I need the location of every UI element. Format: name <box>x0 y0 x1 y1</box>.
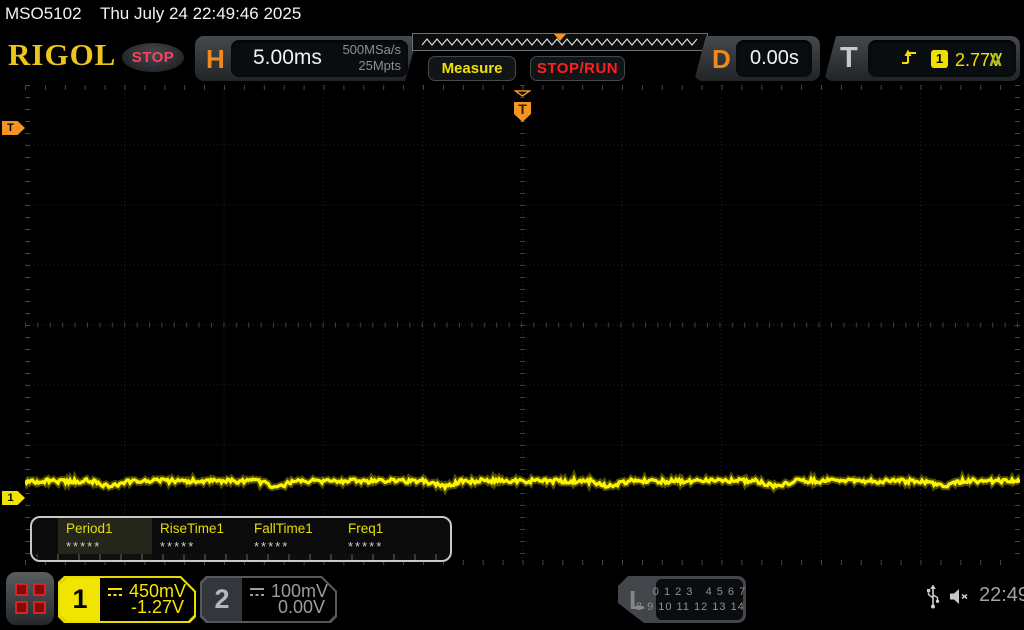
measurement-panel-segments <box>36 554 446 560</box>
timebase-value: 5.00ms <box>253 46 322 69</box>
trigger-sweep-mode: A <box>989 50 1002 70</box>
trigger-level-marker[interactable]: T <box>2 121 25 135</box>
digital-channel-list: 0 1 2 3 4 5 6 7 8 9 10 11 12 13 14 15 <box>656 579 743 620</box>
channel1-number: 1 <box>60 578 100 621</box>
menu-grid-squares-icon <box>14 583 46 614</box>
measure-button[interactable]: Measure <box>428 56 516 81</box>
usb-icon <box>927 584 940 609</box>
dc-coupling-icon <box>106 586 124 598</box>
rigol-logo: RIGOL <box>8 37 117 72</box>
bottom-bar: 1 450mV -1.27V 2 100mV 0.00V L 0 1 2 3 4… <box>0 565 1024 630</box>
horizontal-inset: 5.00ms 500MSa/s 25Mpts <box>231 40 408 77</box>
delay-value: 0.00s <box>750 47 799 69</box>
digital-row-1: 0 1 2 3 4 5 6 7 <box>652 585 747 598</box>
trigger-source-badge: 1 <box>931 50 948 68</box>
delay-inset: 0.00s <box>736 40 812 77</box>
channel2-number: 2 <box>202 578 242 621</box>
channel2-offset: 0.00V <box>277 597 325 617</box>
waveform-display: T T 1 <box>2 84 1023 565</box>
channel2-inner: 2 100mV 0.00V <box>202 578 335 621</box>
model-name: MSO5102 <box>5 4 82 23</box>
trigger-position-shield-icon: T <box>514 102 531 122</box>
acquisition-info: 500MSa/s 25Mpts <box>342 42 401 74</box>
trigger-position-indicator-icon <box>554 34 566 41</box>
speaker-muted-icon <box>950 589 968 604</box>
delay-settings[interactable]: D 0.00s <box>694 36 820 81</box>
channel1-offset-marker[interactable]: 1 <box>2 491 25 505</box>
measurement-value: ***** <box>348 539 384 554</box>
dc-coupling-icon <box>248 586 266 598</box>
oscilloscope-screen: MSO5102 Thu July 24 22:49:46 2025 RIGOL … <box>0 0 1024 630</box>
measurement-label: Period1 <box>66 521 113 536</box>
measurement-label: Freq1 <box>348 521 384 536</box>
sample-rate: 500MSa/s <box>342 42 401 57</box>
memory-depth: 25Mpts <box>358 58 401 73</box>
trigger-label: T <box>840 42 858 74</box>
measurement-label: RiseTime1 <box>160 521 225 536</box>
measurement-label: FallTime1 <box>254 521 313 536</box>
datetime: Thu July 24 22:49:46 2025 <box>99 4 302 23</box>
horizontal-settings[interactable]: H 5.00ms 500MSa/s 25Mpts <box>195 36 418 81</box>
measurement-panel: Period1 ***** RiseTime1 ***** FallTime1 … <box>30 516 452 562</box>
rising-edge-icon <box>902 49 916 64</box>
channel1-offset: -1.27V <box>130 597 184 617</box>
digital-row-2: 8 9 10 11 12 13 14 15 <box>635 600 764 613</box>
horizontal-label: H <box>206 44 225 74</box>
run-state-badge: STOP <box>122 43 184 72</box>
title-bar: MSO5102 Thu July 24 22:49:46 2025 <box>5 4 301 24</box>
clock: 22:49 <box>979 584 1024 606</box>
trigger-position-marker[interactable]: T <box>513 84 532 122</box>
graticule <box>22 85 1023 565</box>
channel1-badge[interactable]: 1 450mV -1.27V <box>58 576 196 623</box>
measurement-value: ***** <box>254 539 290 554</box>
channel2-badge[interactable]: 2 100mV 0.00V <box>200 576 337 623</box>
header-toolbar: RIGOL STOP H 5.00ms 500MSa/s 25Mpts Meas… <box>0 30 1024 85</box>
waveform-position-bar[interactable] <box>412 33 708 51</box>
delay-label: D <box>712 44 731 74</box>
trigger-settings[interactable]: T 1 2.77V A <box>824 36 1020 81</box>
channel1-inner: 1 450mV -1.27V <box>60 578 194 621</box>
digital-channels-badge[interactable]: L 0 1 2 3 4 5 6 7 8 9 10 11 12 13 14 15 <box>618 576 746 623</box>
trigger-inset: 1 2.77V A <box>868 40 1016 77</box>
trigger-position-triangle-icon <box>513 90 532 97</box>
stop-run-button[interactable]: STOP/RUN <box>530 56 625 81</box>
menu-grid-icon[interactable] <box>6 572 54 625</box>
measurement-value: ***** <box>160 539 196 554</box>
measurement-value: ***** <box>66 539 102 554</box>
